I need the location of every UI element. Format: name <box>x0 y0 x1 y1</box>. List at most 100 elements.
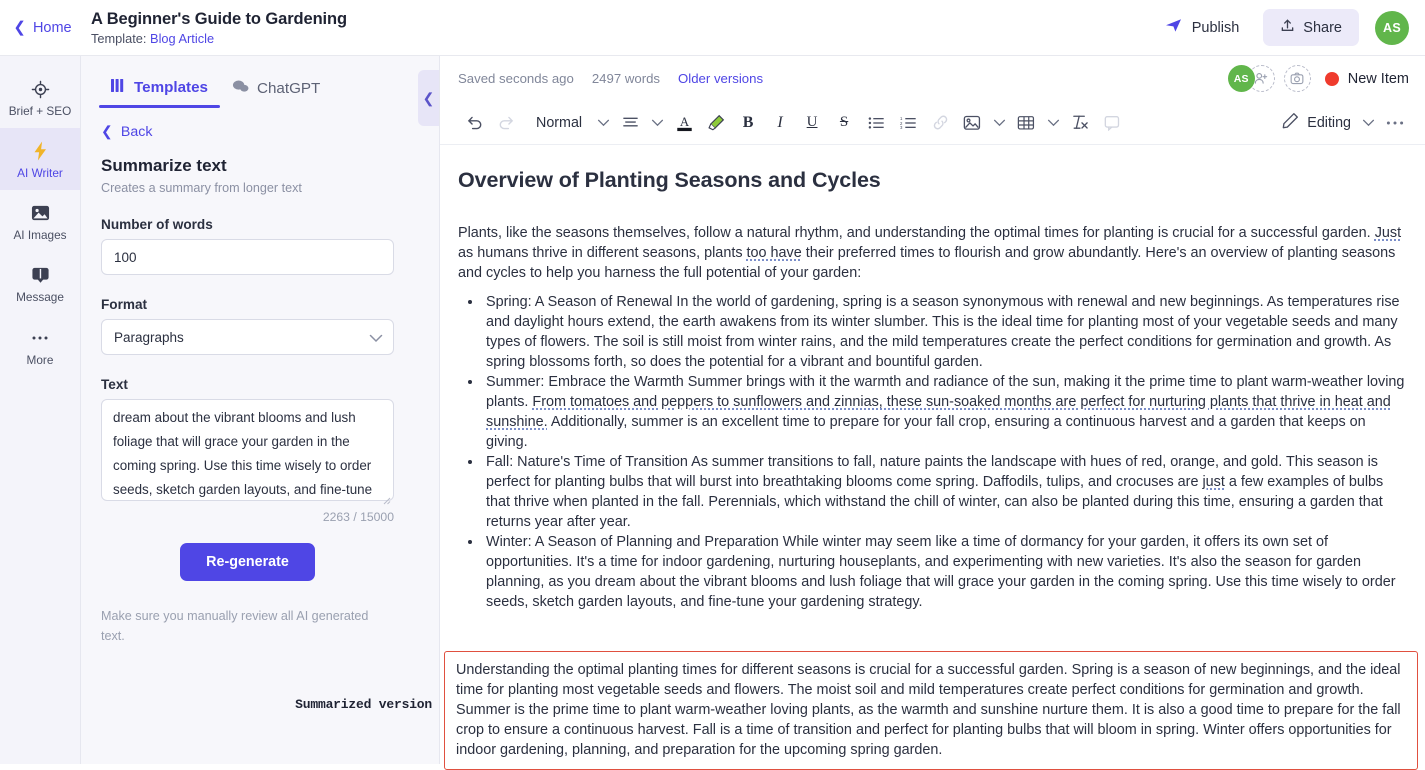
chevron-left-icon: ❮ <box>422 89 435 106</box>
template-link[interactable]: Blog Article <box>150 31 214 46</box>
bullet-post: Additionally, summer is an excellent tim… <box>486 414 1366 450</box>
undo-button[interactable] <box>458 108 490 138</box>
older-versions-link[interactable]: Older versions <box>678 71 763 86</box>
paragraph-style-chevron[interactable] <box>592 108 614 138</box>
format-field-label: Format <box>101 297 148 312</box>
svg-text:3: 3 <box>900 125 903 130</box>
template-prefix-label: Template: <box>91 31 147 47</box>
regenerate-button[interactable]: Re-generate <box>180 543 315 581</box>
rail-item-brief-seo[interactable]: Brief + SEO <box>0 66 80 128</box>
grid-icon <box>111 78 126 97</box>
highlighter-button[interactable] <box>700 108 732 138</box>
bold-button[interactable]: B <box>732 108 764 138</box>
link-button[interactable] <box>924 108 956 138</box>
ai-summary-output-box[interactable]: Understanding the optimal planting times… <box>444 651 1418 770</box>
back-button[interactable]: ❮ Back <box>101 124 419 140</box>
rail-item-message[interactable]: Message <box>0 252 80 314</box>
rail-label: Brief + SEO <box>8 104 72 118</box>
rail-item-more[interactable]: More <box>0 315 80 377</box>
target-icon <box>31 78 50 100</box>
italic-button[interactable]: I <box>764 108 796 138</box>
bullet-pre: Winter: A Season of Planning and Prepara… <box>486 534 1396 610</box>
svg-text:A: A <box>679 114 689 128</box>
list-item: Spring: A Season of Renewal In the world… <box>483 292 1407 372</box>
document-heading: Overview of Planting Seasons and Cycles <box>458 168 881 192</box>
grammar-suggestion[interactable]: too have <box>747 245 802 261</box>
chat-bubble-icon <box>31 264 50 286</box>
ai-summary-text: Understanding the optimal planting times… <box>456 662 1401 758</box>
header-actions: Publish Share AS <box>1157 9 1425 46</box>
new-item-label: New Item <box>1347 70 1409 87</box>
add-image-button[interactable] <box>1283 65 1311 92</box>
new-item-button[interactable]: New Item <box>1324 70 1409 87</box>
publish-button[interactable]: Publish <box>1157 12 1248 43</box>
table-button[interactable] <box>1010 108 1042 138</box>
intro-part-2: as humans thrive in different seasons, p… <box>458 245 747 261</box>
rail-label: More <box>26 352 54 367</box>
list-item: Winter: A Season of Planning and Prepara… <box>483 532 1407 612</box>
underline-glyph: U <box>806 114 818 130</box>
rail-item-ai-writer[interactable]: AI Writer <box>0 128 80 191</box>
grammar-suggestion[interactable]: Just <box>1375 225 1401 241</box>
panel-collapse-button[interactable]: ❮ <box>418 70 439 126</box>
character-count: 2263 / 15000 <box>322 510 394 524</box>
app-nav-rail: Brief + SEO AI Writer AI Images Message <box>0 56 81 764</box>
words-field-label: Number of words <box>101 217 213 232</box>
comment-button[interactable] <box>1096 108 1128 138</box>
tab-templates[interactable]: Templates <box>99 78 220 108</box>
chevron-left-icon: ❮ <box>101 124 113 140</box>
tab-label: Templates <box>134 79 208 96</box>
editing-mode-chevron[interactable] <box>1357 108 1379 138</box>
source-text-input[interactable]: dream about the vibrant blooms and lush … <box>101 399 394 501</box>
align-button[interactable] <box>614 108 646 138</box>
paragraph-style-select[interactable]: Normal <box>522 108 592 138</box>
document-intro-paragraph: Plants, like the seasons themselves, fol… <box>458 223 1407 283</box>
more-options-button[interactable] <box>1379 108 1411 138</box>
tab-label: ChatGPT <box>257 79 321 97</box>
clear-format-button[interactable] <box>1064 108 1096 138</box>
tool-description: Creates a summary from longer text <box>101 181 302 195</box>
app-header: ❮ Home A Beginner's Guide to Gardening T… <box>0 0 1425 56</box>
collaborator-stack: AS <box>1227 65 1311 92</box>
panel-body: ❮ Back Summarize text Creates a summary … <box>81 108 439 646</box>
home-label: Home <box>32 19 72 36</box>
rail-item-ai-images[interactable]: AI Images <box>0 190 80 252</box>
avatar[interactable]: AS <box>1375 10 1409 45</box>
text-field-label: Text <box>101 377 128 392</box>
editing-mode-button[interactable]: Editing <box>1276 112 1357 133</box>
image-chevron[interactable] <box>988 108 1010 138</box>
summarized-version-label: Summarized version <box>295 697 432 712</box>
align-chevron[interactable] <box>646 108 668 138</box>
page-title: A Beginner's Guide to Gardening <box>91 9 347 28</box>
table-chevron[interactable] <box>1042 108 1064 138</box>
bullet-list-button[interactable] <box>860 108 892 138</box>
format-select[interactable]: Paragraphs <box>101 319 394 355</box>
numbered-list-button[interactable]: 1 2 3 <box>892 108 924 138</box>
back-label: Back <box>120 124 153 140</box>
paragraph-style-value: Normal <box>536 114 583 131</box>
document-meta-bar: Saved seconds ago 2497 words Older versi… <box>440 56 1425 101</box>
redo-button[interactable] <box>490 108 522 138</box>
collaborator-avatar[interactable]: AS <box>1227 65 1255 92</box>
image-button[interactable] <box>956 108 988 138</box>
editing-mode-label: Editing <box>1307 114 1351 131</box>
text-color-button[interactable]: A <box>668 108 700 138</box>
home-back-link[interactable]: ❮ Home <box>0 20 85 36</box>
tab-chatgpt[interactable]: ChatGPT <box>220 79 332 108</box>
chevron-left-icon: ❮ <box>13 19 26 36</box>
send-icon <box>1165 18 1183 37</box>
upload-icon <box>1280 18 1295 37</box>
format-select-wrap: Paragraphs <box>101 319 394 355</box>
rail-label: AI Writer <box>17 166 63 181</box>
editor-toolbar: Normal A B I U S 1 2 3 Editing <box>440 101 1425 145</box>
share-button[interactable]: Share <box>1263 9 1359 46</box>
saved-status: Saved seconds ago <box>458 71 574 86</box>
grammar-suggestion[interactable]: just <box>1202 474 1224 490</box>
bullet-pre: Spring: A Season of Renewal In the world… <box>486 294 1400 370</box>
seasons-list: Spring: A Season of Renewal In the world… <box>458 292 1407 612</box>
strikethrough-button[interactable]: S <box>828 108 860 138</box>
number-of-words-input[interactable] <box>101 239 394 275</box>
italic-glyph: I <box>777 113 783 131</box>
text-area-wrap: dream about the vibrant blooms and lush … <box>101 399 394 506</box>
underline-button[interactable]: U <box>796 108 828 138</box>
